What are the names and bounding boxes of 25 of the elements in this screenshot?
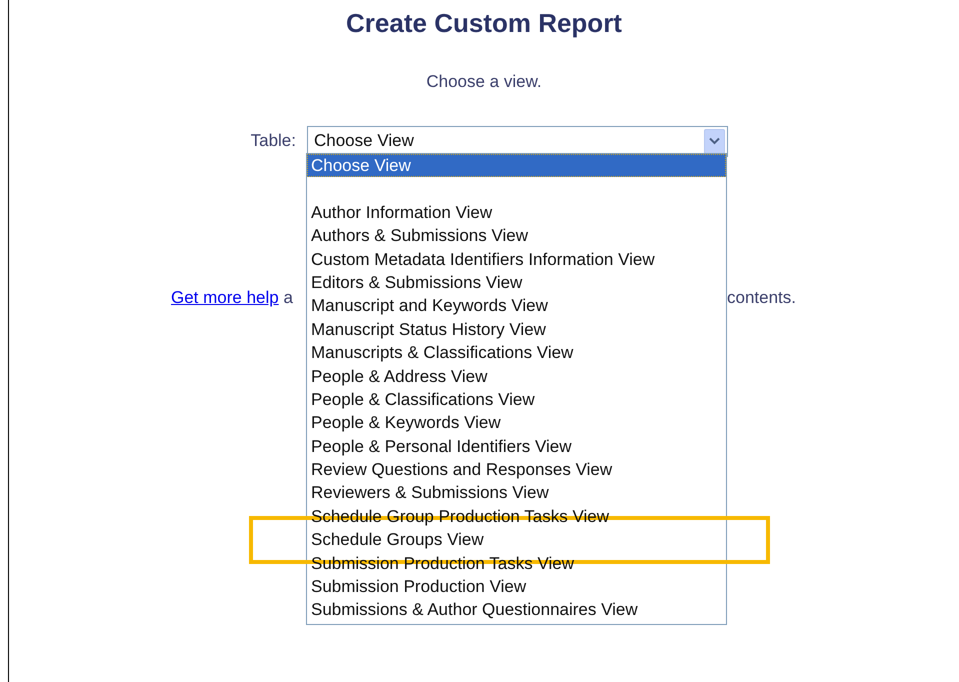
instruction-text: Choose a view. xyxy=(425,71,543,93)
dropdown-button[interactable] xyxy=(704,128,725,154)
help-text: contents. xyxy=(727,286,796,308)
dropdown-option[interactable]: Choose View xyxy=(307,154,726,178)
dropdown-option[interactable]: Submissions & Author Questionnaires View xyxy=(307,598,726,622)
dropdown-option[interactable]: People & Address View xyxy=(307,364,726,388)
dropdown-option[interactable]: Submission Production View xyxy=(307,575,726,598)
dropdown-option[interactable]: People & Personal Identifiers View xyxy=(307,434,726,458)
dropdown-option[interactable]: Reviewers & Submissions View xyxy=(307,481,726,505)
chevron-icon xyxy=(709,137,720,145)
dropdown-option[interactable]: Authors & Submissions View xyxy=(307,224,726,248)
field-label: Table: xyxy=(250,130,296,152)
help-text: a xyxy=(283,288,293,306)
dropdown-option[interactable]: Author Information View xyxy=(307,200,726,224)
dropdown-option[interactable]: People & Keywords View xyxy=(307,411,726,435)
dropdown-option[interactable]: Review Questions and Responses View xyxy=(307,458,726,482)
dropdown-option[interactable]: Schedule Groups View xyxy=(307,528,726,552)
page-title: Create Custom Report xyxy=(345,7,623,40)
dropdown-option[interactable]: Manuscript Status History View xyxy=(307,318,726,342)
dropdown-option[interactable]: Manuscripts & Classifications View xyxy=(307,341,726,365)
dropdown-option[interactable]: Editors & Submissions View xyxy=(307,270,726,294)
help-link[interactable]: Get more help xyxy=(171,288,279,306)
dropdown-option[interactable]: Custom Metadata Identifiers Information View xyxy=(307,248,726,271)
dropdown-option[interactable]: People & Classifications View xyxy=(307,388,726,412)
dropdown-option[interactable]: Manuscript and Keywords View xyxy=(307,294,726,318)
